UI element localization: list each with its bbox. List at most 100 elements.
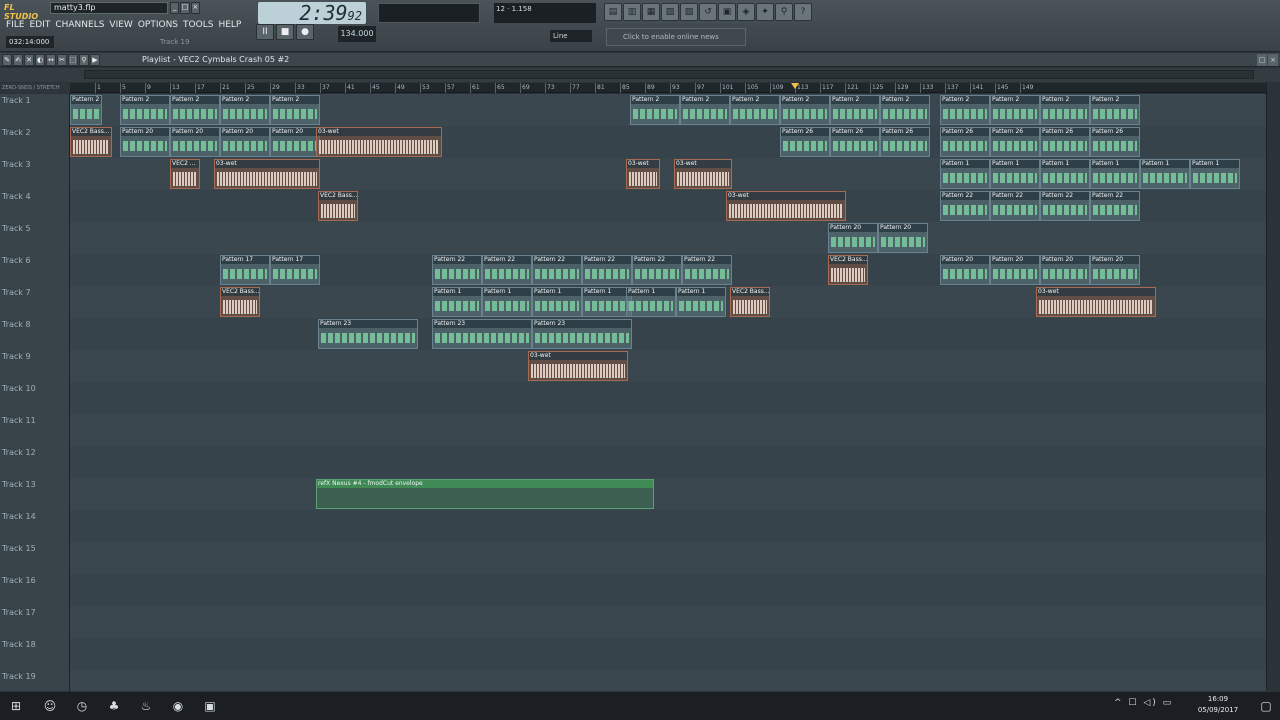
pattern-clip[interactable]: Pattern 26 bbox=[1090, 127, 1140, 157]
track-name[interactable]: Track 10 bbox=[0, 382, 70, 414]
pattern-clip[interactable]: Pattern 20 bbox=[940, 255, 990, 285]
steam-icon[interactable]: ♨ bbox=[136, 696, 156, 716]
track-name[interactable]: Track 1 bbox=[0, 94, 70, 126]
track-lane[interactable]: VEC2 Bass... Pattern 1 Pattern 1 Pattern 1P… bbox=[70, 286, 1266, 318]
stop-button[interactable]: ■ bbox=[276, 24, 294, 40]
record-button[interactable]: ● bbox=[296, 24, 314, 40]
playlist-close-icon[interactable]: × bbox=[1268, 54, 1278, 66]
pattern-clip[interactable]: Pattern 22 bbox=[432, 255, 482, 285]
piano-roll-icon[interactable]: ▥ bbox=[623, 3, 641, 21]
pattern-clip[interactable]: Pattern 26 bbox=[940, 127, 990, 157]
pattern-clip[interactable]: Pattern 26 bbox=[780, 127, 830, 157]
pattern-clip[interactable]: Pattern 2 bbox=[940, 95, 990, 125]
track-lane[interactable]: VEC2 ... 03-wet 03-wet 03-wet Pattern 1 Patte… bbox=[70, 158, 1266, 190]
notification-icon[interactable]: ▢ bbox=[1256, 696, 1276, 716]
pattern-clip[interactable]: Pattern 22 bbox=[682, 255, 732, 285]
track-lane[interactable]: VEC2 Bass... Pattern 20 Pattern 20 Pattern … bbox=[70, 126, 1266, 158]
browser-icon[interactable]: ▨ bbox=[680, 3, 698, 21]
pattern-clip[interactable]: Pattern 20 bbox=[270, 127, 320, 157]
search-icon[interactable]: ⚲ bbox=[775, 3, 793, 21]
snap-select[interactable]: Line bbox=[550, 30, 592, 42]
horizontal-scrollbar[interactable] bbox=[84, 70, 1254, 79]
track-name[interactable]: Track 5 bbox=[0, 222, 70, 254]
track-lane[interactable]: Pattern 20 Pattern 20 bbox=[70, 222, 1266, 254]
online-news[interactable]: Click to enable online news bbox=[606, 28, 746, 46]
paint-tool-icon[interactable]: ✍ bbox=[13, 54, 23, 66]
close-icon[interactable]: × bbox=[190, 2, 200, 14]
menu-edit[interactable]: EDIT bbox=[30, 18, 51, 33]
audio-clip[interactable]: VEC2 Bass... bbox=[730, 287, 770, 317]
maximize-icon[interactable]: □ bbox=[180, 2, 190, 14]
pattern-clip[interactable]: Pattern 22 bbox=[582, 255, 632, 285]
pattern-clip[interactable]: Pattern 22 bbox=[940, 191, 990, 221]
pattern-clip[interactable]: Pattern 1 bbox=[1090, 159, 1140, 189]
pattern-clip[interactable]: Pattern 1 bbox=[990, 159, 1040, 189]
zoom-tool-icon[interactable]: ⚲ bbox=[79, 54, 89, 66]
fl-studio-taskbar-icon[interactable]: ♣ bbox=[104, 696, 124, 716]
pattern-clip[interactable]: Pattern 20 bbox=[220, 127, 270, 157]
track-name[interactable]: Track 8 bbox=[0, 318, 70, 350]
pattern-clip[interactable]: Pattern 2 bbox=[220, 95, 270, 125]
pause-button[interactable]: II bbox=[256, 24, 274, 40]
pattern-clip[interactable]: Pattern 22 bbox=[990, 191, 1040, 221]
playlist-maximize-icon[interactable]: □ bbox=[1257, 54, 1267, 66]
track-lane[interactable]: refX Nexus #4 - fmodCut envelope bbox=[70, 478, 1266, 510]
audio-clip[interactable]: VEC2 Bass... bbox=[828, 255, 868, 285]
pattern-clip[interactable]: Pattern 1 bbox=[940, 159, 990, 189]
track-lane[interactable] bbox=[70, 606, 1266, 638]
track-lane[interactable]: VEC2 Bass... 03-wet Pattern 22 Pattern 22 Pa… bbox=[70, 190, 1266, 222]
audio-clip[interactable]: 03-wet bbox=[1036, 287, 1156, 317]
automation-clip[interactable]: refX Nexus #4 - fmodCut envelope bbox=[316, 479, 654, 509]
pattern-clip[interactable]: Pattern 20 bbox=[120, 127, 170, 157]
pattern-clip[interactable]: Pattern 26 bbox=[990, 127, 1040, 157]
slip-tool-icon[interactable]: ↔ bbox=[46, 54, 56, 66]
menu-help[interactable]: HELP bbox=[218, 18, 241, 33]
pattern-clip[interactable]: Pattern 1 bbox=[482, 287, 532, 317]
pattern-clip[interactable]: Pattern 2 bbox=[630, 95, 680, 125]
track-name[interactable]: Track 3 bbox=[0, 158, 70, 190]
chrome-icon[interactable]: ◉ bbox=[168, 696, 188, 716]
menu-view[interactable]: VIEW bbox=[109, 18, 132, 33]
audio-clip[interactable]: VEC2 Bass... bbox=[70, 127, 112, 157]
plugin-icon[interactable]: ✦ bbox=[756, 3, 774, 21]
slice-tool-icon[interactable]: ✂ bbox=[57, 54, 67, 66]
pattern-clip[interactable]: Pattern 23 bbox=[432, 319, 532, 349]
draw-tool-icon[interactable]: ✎ bbox=[2, 54, 12, 66]
mute-tool-icon[interactable]: ◐ bbox=[35, 54, 45, 66]
track-name[interactable]: Track 2 bbox=[0, 126, 70, 158]
track-lane[interactable] bbox=[70, 670, 1266, 691]
pattern-clip[interactable]: Pattern 20 bbox=[1040, 255, 1090, 285]
clock-app-icon[interactable]: ◷ bbox=[72, 696, 92, 716]
system-tray[interactable]: ^ ☐ ◁) ▭ bbox=[1114, 698, 1184, 714]
audio-clip[interactable]: 03-wet bbox=[316, 127, 442, 157]
pattern-clip[interactable]: Pattern 26 bbox=[830, 127, 880, 157]
help-icon[interactable]: ? bbox=[794, 3, 812, 21]
track-lane[interactable] bbox=[70, 382, 1266, 414]
pattern-clip[interactable]: Pattern 1 bbox=[626, 287, 676, 317]
pattern-clip[interactable]: Pattern 2 bbox=[1040, 95, 1090, 125]
minimize-icon[interactable]: _ bbox=[170, 2, 180, 14]
pattern-clip[interactable]: Pattern 23 bbox=[532, 319, 632, 349]
audio-clip[interactable]: VEC2 Bass... bbox=[318, 191, 358, 221]
render-icon[interactable]: ◈ bbox=[737, 3, 755, 21]
audio-clip[interactable]: 03-wet bbox=[626, 159, 660, 189]
playlist-icon[interactable]: ▤ bbox=[604, 3, 622, 21]
pattern-clip[interactable]: Pattern 1 bbox=[676, 287, 726, 317]
track-options[interactable]: ZERO-SNDS / STRETCH bbox=[0, 83, 70, 93]
pattern-clip[interactable]: Pattern 20 bbox=[878, 223, 928, 253]
pattern-clip[interactable]: Pattern 17 bbox=[270, 255, 320, 285]
select-tool-icon[interactable]: ⬚ bbox=[68, 54, 78, 66]
pattern-clip[interactable]: Pattern 20 bbox=[170, 127, 220, 157]
pattern-clip[interactable]: Pattern 1 bbox=[1140, 159, 1190, 189]
pattern-clip[interactable]: Pattern 2 bbox=[990, 95, 1040, 125]
pattern-clip[interactable]: Pattern 22 bbox=[532, 255, 582, 285]
taskbar-clock[interactable]: 16:09 05/09/2017 bbox=[1188, 694, 1248, 718]
pattern-clip[interactable]: Pattern 1 bbox=[432, 287, 482, 317]
menu-tools[interactable]: TOOLS bbox=[183, 18, 213, 33]
pattern-clip[interactable]: Pattern 2 bbox=[170, 95, 220, 125]
track-name[interactable]: Track 7 bbox=[0, 286, 70, 318]
pattern-clip[interactable]: Pattern 22 bbox=[1040, 191, 1090, 221]
pattern-clip[interactable]: Pattern 2 bbox=[270, 95, 320, 125]
pattern-clip[interactable]: Pattern 26 bbox=[880, 127, 930, 157]
audio-clip[interactable]: 03-wet bbox=[214, 159, 320, 189]
